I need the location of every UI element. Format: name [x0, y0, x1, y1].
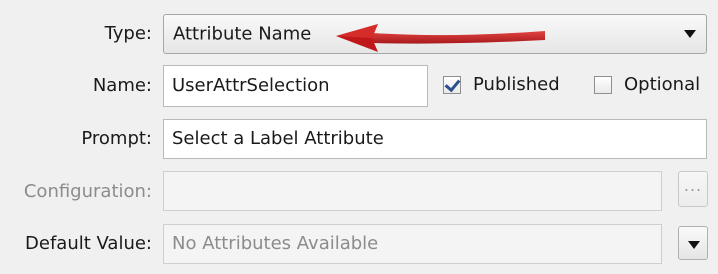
prompt-value: Select a Label Attribute [172, 128, 384, 149]
optional-checkbox[interactable] [594, 76, 612, 94]
configuration-label: Configuration: [23, 181, 152, 202]
published-label: Published [473, 74, 560, 95]
type-dropdown[interactable]: Attribute Name [163, 14, 707, 54]
parameter-panel: Type: Attribute Name Name: UserAttrSelec… [0, 0, 718, 274]
default-value-label: Default Value: [25, 233, 152, 254]
name-input[interactable]: UserAttrSelection [163, 65, 428, 107]
type-label: Type: [104, 23, 152, 44]
configuration-browse-button: ... [678, 171, 708, 207]
chevron-down-icon [688, 241, 700, 249]
published-checkbox[interactable] [443, 75, 461, 94]
prompt-label: Prompt: [81, 128, 152, 149]
ellipsis-icon: ... [683, 176, 703, 195]
chevron-down-icon [684, 30, 696, 38]
configuration-input [163, 171, 662, 211]
prompt-input[interactable]: Select a Label Attribute [163, 119, 707, 159]
default-value-placeholder: No Attributes Available [172, 233, 379, 254]
name-label: Name: [92, 75, 152, 96]
default-value-input[interactable]: No Attributes Available [163, 224, 662, 264]
default-value-dropdown-button[interactable] [678, 226, 708, 260]
optional-label: Optional [624, 74, 701, 95]
checkmark-icon [444, 75, 461, 93]
name-value: UserAttrSelection [172, 75, 330, 96]
type-value: Attribute Name [173, 23, 312, 45]
